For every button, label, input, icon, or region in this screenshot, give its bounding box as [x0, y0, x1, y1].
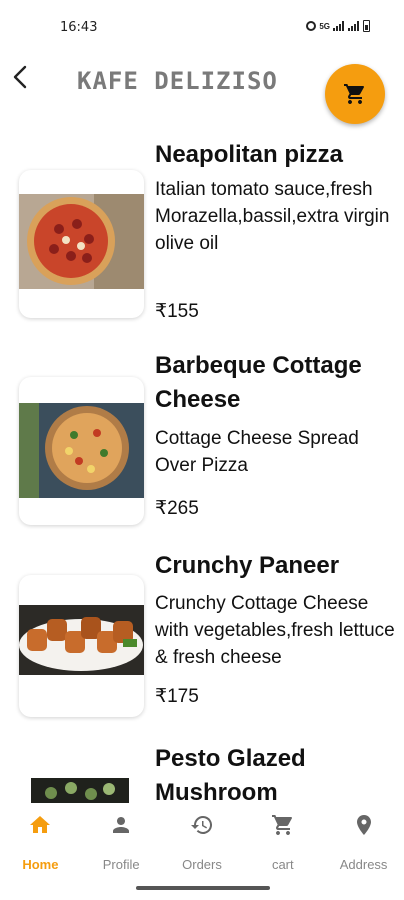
- item-name: Barbeque Cottage Cheese: [155, 352, 362, 413]
- network-type-label: 5G: [319, 21, 330, 31]
- item-image-card[interactable]: [19, 170, 144, 318]
- item-description: Italian tomato sauce,fresh Morazella,bas…: [155, 179, 390, 254]
- item-image-card[interactable]: [19, 766, 144, 803]
- history-icon: [190, 815, 213, 834]
- nav-item-profile[interactable]: Profile: [81, 803, 162, 883]
- home-icon: [30, 816, 51, 833]
- item-description: Crunchy Cottage Cheese with vegetables,f…: [155, 593, 395, 668]
- mushroom-image: [31, 778, 129, 803]
- nav-item-home[interactable]: Home: [0, 803, 81, 883]
- alarm-icon: [306, 21, 317, 31]
- item-price: ₹175: [155, 686, 199, 707]
- menu-item[interactable]: Crunchy Paneer Crunchy Cottage Cheese wi…: [0, 545, 404, 735]
- menu-item[interactable]: Barbeque Cottage Cheese Cottage Cheese S…: [0, 345, 404, 535]
- bottom-nav: Home Profile Orders cart Address: [0, 803, 404, 883]
- item-name: Neapolitan pizza: [155, 141, 344, 168]
- item-image-card[interactable]: [19, 377, 144, 525]
- item-name: Crunchy Paneer: [155, 552, 340, 579]
- battery-icon: [363, 20, 370, 32]
- nav-item-address[interactable]: Address: [323, 803, 404, 883]
- menu-item[interactable]: Neapolitan pizza Italian tomato sauce,fr…: [0, 130, 404, 330]
- item-price: ₹155: [155, 301, 199, 322]
- status-icons: 5G: [306, 20, 370, 32]
- nav-label: Home: [22, 857, 59, 872]
- pizza-image: [19, 403, 144, 498]
- nav-label: Address: [339, 857, 388, 872]
- status-bar: 16:43 5G: [0, 0, 404, 52]
- back-button[interactable]: [8, 62, 32, 92]
- app-header: Kafe Deliziso: [0, 52, 404, 124]
- location-pin-icon: [356, 815, 371, 835]
- menu-item[interactable]: Pesto Glazed Mushroom: [0, 742, 404, 803]
- nav-label: Profile: [102, 857, 140, 872]
- nav-label: cart: [271, 857, 294, 872]
- nav-label: Orders: [182, 857, 222, 872]
- item-image-card[interactable]: [19, 575, 144, 717]
- arrow-back-icon: [13, 65, 27, 89]
- paneer-image: [19, 605, 144, 675]
- shopping-cart-icon: [344, 84, 364, 104]
- signal-icon: [333, 21, 345, 31]
- cart-button[interactable]: [325, 64, 385, 124]
- shopping-cart-icon: [271, 815, 292, 835]
- home-indicator[interactable]: [136, 886, 270, 890]
- nav-item-orders[interactable]: Orders: [162, 803, 243, 883]
- person-icon: [113, 817, 130, 833]
- app-title: Kafe Deliziso: [77, 67, 278, 95]
- nav-item-cart[interactable]: cart: [242, 803, 323, 883]
- item-name: Pesto Glazed Mushroom: [155, 745, 306, 803]
- item-description: Cottage Cheese Spread Over Pizza: [155, 428, 359, 476]
- item-price: ₹265: [155, 498, 199, 519]
- signal-icon-2: [348, 21, 360, 31]
- pizza-image: [19, 194, 144, 289]
- menu-list[interactable]: Neapolitan pizza Italian tomato sauce,fr…: [0, 130, 404, 803]
- status-time: 16:43: [60, 20, 98, 35]
